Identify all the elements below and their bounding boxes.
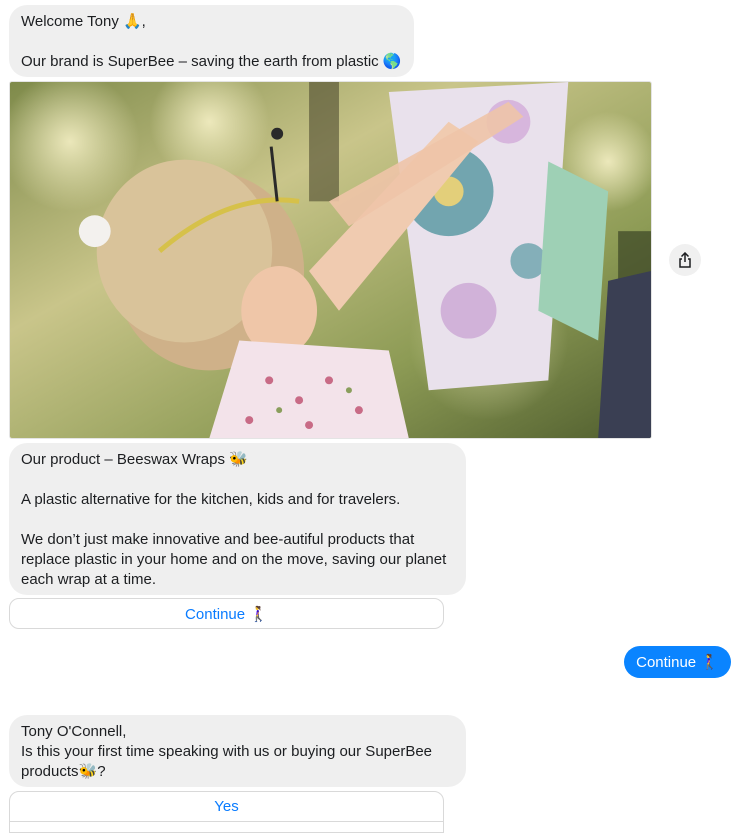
welcome-message: Welcome Tony 🙏, Our brand is SuperBee – …	[9, 5, 414, 77]
share-icon	[679, 252, 691, 268]
question-line-2: Is this your first time speaking with us…	[21, 743, 433, 780]
continue-button[interactable]: Continue 🚶‍♀️	[9, 598, 444, 629]
yes-button-label: Yes	[214, 798, 239, 815]
product-image[interactable]	[9, 81, 652, 439]
yes-button[interactable]: Yes	[9, 791, 444, 822]
product-line-1: Our product – Beeswax Wraps 🐝	[21, 451, 248, 468]
product-line-2: A plastic alternative for the kitchen, k…	[21, 491, 401, 508]
question-line-1: Tony O'Connell,	[21, 723, 127, 740]
user-reply-message: Continue 🚶‍♀️	[624, 646, 731, 678]
welcome-line-1: Welcome Tony 🙏,	[21, 13, 146, 30]
welcome-line-2: Our brand is SuperBee – saving the earth…	[21, 53, 402, 70]
product-line-3: We don’t just make innovative and bee-au…	[21, 531, 447, 588]
continue-button-label: Continue 🚶‍♀️	[185, 605, 268, 623]
product-message: Our product – Beeswax Wraps 🐝 A plastic …	[9, 443, 466, 595]
share-button[interactable]	[669, 244, 701, 276]
question-message: Tony O'Connell, Is this your first time …	[9, 715, 466, 787]
user-reply-text: Continue 🚶‍♀️	[636, 654, 719, 671]
girl-hanging-wraps-photo	[10, 82, 651, 438]
next-quick-reply-button[interactable]	[9, 821, 444, 833]
